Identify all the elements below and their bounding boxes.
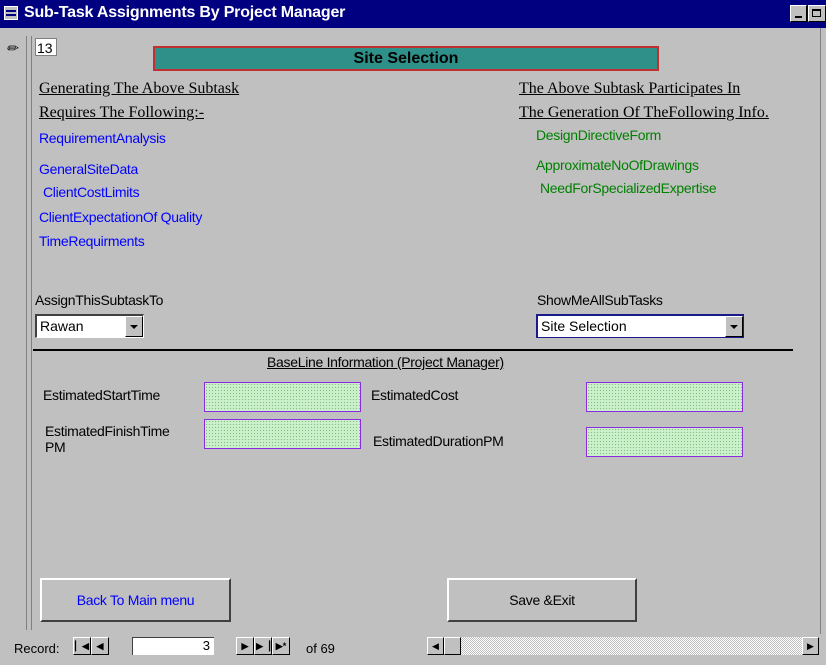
requirement-link[interactable]: ClientCostLimits — [43, 184, 140, 200]
form-window: Sub-Task Assignments By Project Manager … — [0, 0, 826, 665]
assign-combo[interactable]: Rawan — [35, 314, 144, 338]
maximize-icon — [812, 9, 821, 17]
record-selector[interactable] — [4, 36, 27, 630]
generated-info-link[interactable]: NeedForSpecializedExpertise — [540, 180, 717, 196]
est-start-field[interactable] — [204, 382, 361, 412]
right-frame — [820, 28, 826, 634]
generated-info-link[interactable]: ApproximateNoOfDrawings — [536, 157, 699, 173]
pencil-icon: ✏ — [6, 40, 18, 56]
maximize-button[interactable] — [808, 5, 826, 22]
scroll-right-icon[interactable]: ▶ — [802, 637, 819, 655]
est-finish-label: EstimatedFinishTime — [45, 423, 170, 439]
current-record-input[interactable]: 3 — [132, 637, 214, 655]
form-icon[interactable] — [4, 6, 18, 20]
est-duration-label: EstimatedDurationPM — [373, 433, 504, 449]
right-header-line2: The Generation Of TheFollowing Info. — [519, 104, 769, 121]
left-header-line1: Generating The Above Subtask — [39, 80, 240, 97]
show-subtasks-combo[interactable]: Site Selection — [536, 314, 744, 338]
est-cost-field[interactable] — [586, 382, 743, 412]
est-finish-field[interactable] — [204, 419, 361, 449]
scroll-thumb[interactable] — [444, 637, 461, 655]
est-cost-label: EstimatedCost — [371, 387, 459, 403]
est-duration-field[interactable] — [586, 427, 743, 457]
minimize-button[interactable] — [790, 5, 807, 22]
record-count: of 69 — [306, 641, 335, 656]
baseline-title: BaseLine Information (Project Manager) — [267, 354, 504, 370]
record-id-field[interactable]: 13 — [35, 38, 57, 56]
divider — [33, 349, 793, 351]
record-label: Record: — [14, 641, 60, 656]
est-finish-label-pm: PM — [45, 439, 66, 455]
dropdown-arrow-icon[interactable] — [125, 316, 143, 337]
previous-record-button[interactable]: ◀ — [91, 637, 109, 655]
est-start-label: EstimatedStartTime — [43, 387, 161, 403]
generated-info-link[interactable]: DesignDirectiveForm — [536, 127, 661, 143]
assign-value: Rawan — [40, 318, 84, 334]
show-label: ShowMeAllSubTasks — [537, 292, 663, 308]
save-exit-button[interactable]: Save &Exit — [447, 578, 637, 622]
last-record-button[interactable]: ▶▕ — [254, 637, 272, 655]
minimize-icon — [795, 16, 802, 18]
next-record-button[interactable]: ▶ — [236, 637, 254, 655]
subtask-banner: Site Selection — [153, 46, 659, 71]
title-bar: Sub-Task Assignments By Project Manager — [0, 0, 826, 28]
dropdown-arrow-icon[interactable] — [725, 316, 743, 337]
assign-label: AssignThisSubtaskTo — [35, 292, 164, 308]
horizontal-scrollbar[interactable]: ◀ ▶ — [427, 637, 819, 655]
requirement-link[interactable]: TimeRequirments — [39, 233, 145, 249]
requirement-link[interactable]: GeneralSiteData — [39, 161, 138, 177]
record-navigation-bar: Record: ▏◀ ◀ 3 ▶ ▶▕ ▶* of 69 ◀ ▶ — [0, 634, 826, 665]
requirement-link[interactable]: RequirementAnalysis — [39, 130, 166, 146]
right-header-line1: The Above Subtask Participates In — [519, 80, 741, 97]
first-record-button[interactable]: ▏◀ — [73, 637, 91, 655]
requirement-link[interactable]: ClientExpectationOf Quality — [39, 209, 202, 225]
new-record-button[interactable]: ▶* — [272, 637, 290, 655]
window-title: Sub-Task Assignments By Project Manager — [24, 4, 346, 21]
back-to-main-menu-button[interactable]: Back To Main menu — [40, 578, 231, 622]
scroll-left-icon[interactable]: ◀ — [427, 637, 444, 655]
left-header-line2: Requires The Following:- — [39, 104, 205, 121]
show-value: Site Selection — [541, 318, 627, 334]
